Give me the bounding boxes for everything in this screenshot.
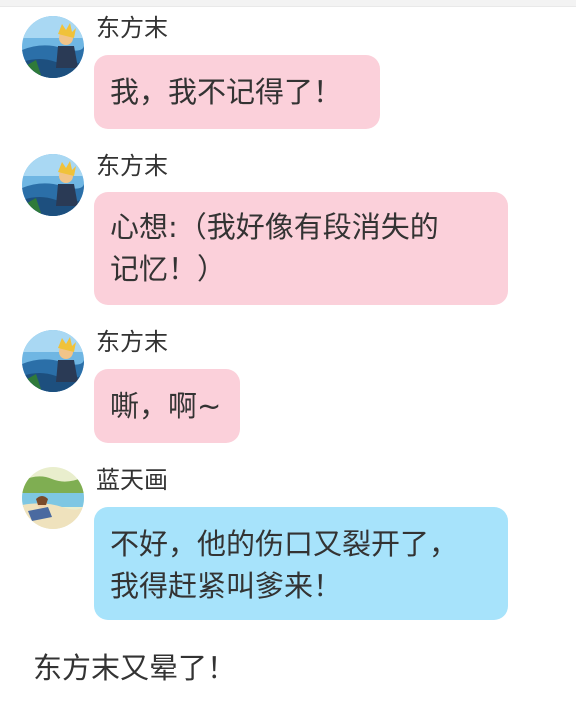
avatar-sea-boy-icon [22, 154, 84, 216]
sender-name: 蓝天画 [96, 466, 168, 494]
message-text: 我，我不记得了！ [110, 75, 343, 109]
avatar[interactable] [22, 154, 84, 216]
message-bubble[interactable]: 心想:（我好像有段消失的 记忆！） [94, 192, 508, 305]
sender-name: 东方末 [96, 152, 168, 180]
top-divider [0, 0, 576, 7]
avatar[interactable] [22, 467, 84, 529]
narration-text: 东方末又晕了！ [33, 651, 237, 685]
avatar-sea-boy-icon [22, 16, 84, 78]
sender-name: 东方末 [96, 328, 168, 356]
message-text: 不好，他的伤口又裂开了， [110, 527, 459, 561]
avatar-beach-girl-icon [22, 467, 84, 529]
message-text: 记忆！） [110, 252, 227, 286]
message-text: 心想:（我好像有段消失的 [110, 210, 439, 244]
avatar-sea-boy-icon [22, 330, 84, 392]
message-text: 我得赶紧叫爹来！ [110, 569, 343, 603]
message-bubble[interactable]: 我，我不记得了！ [94, 55, 380, 129]
message-bubble[interactable]: 不好，他的伤口又裂开了， 我得赶紧叫爹来！ [94, 507, 508, 620]
avatar[interactable] [22, 330, 84, 392]
sender-name: 东方末 [96, 14, 168, 42]
message-text: 嘶，啊~ [110, 389, 222, 423]
avatar[interactable] [22, 16, 84, 78]
message-bubble[interactable]: 嘶，啊~ [94, 369, 240, 443]
